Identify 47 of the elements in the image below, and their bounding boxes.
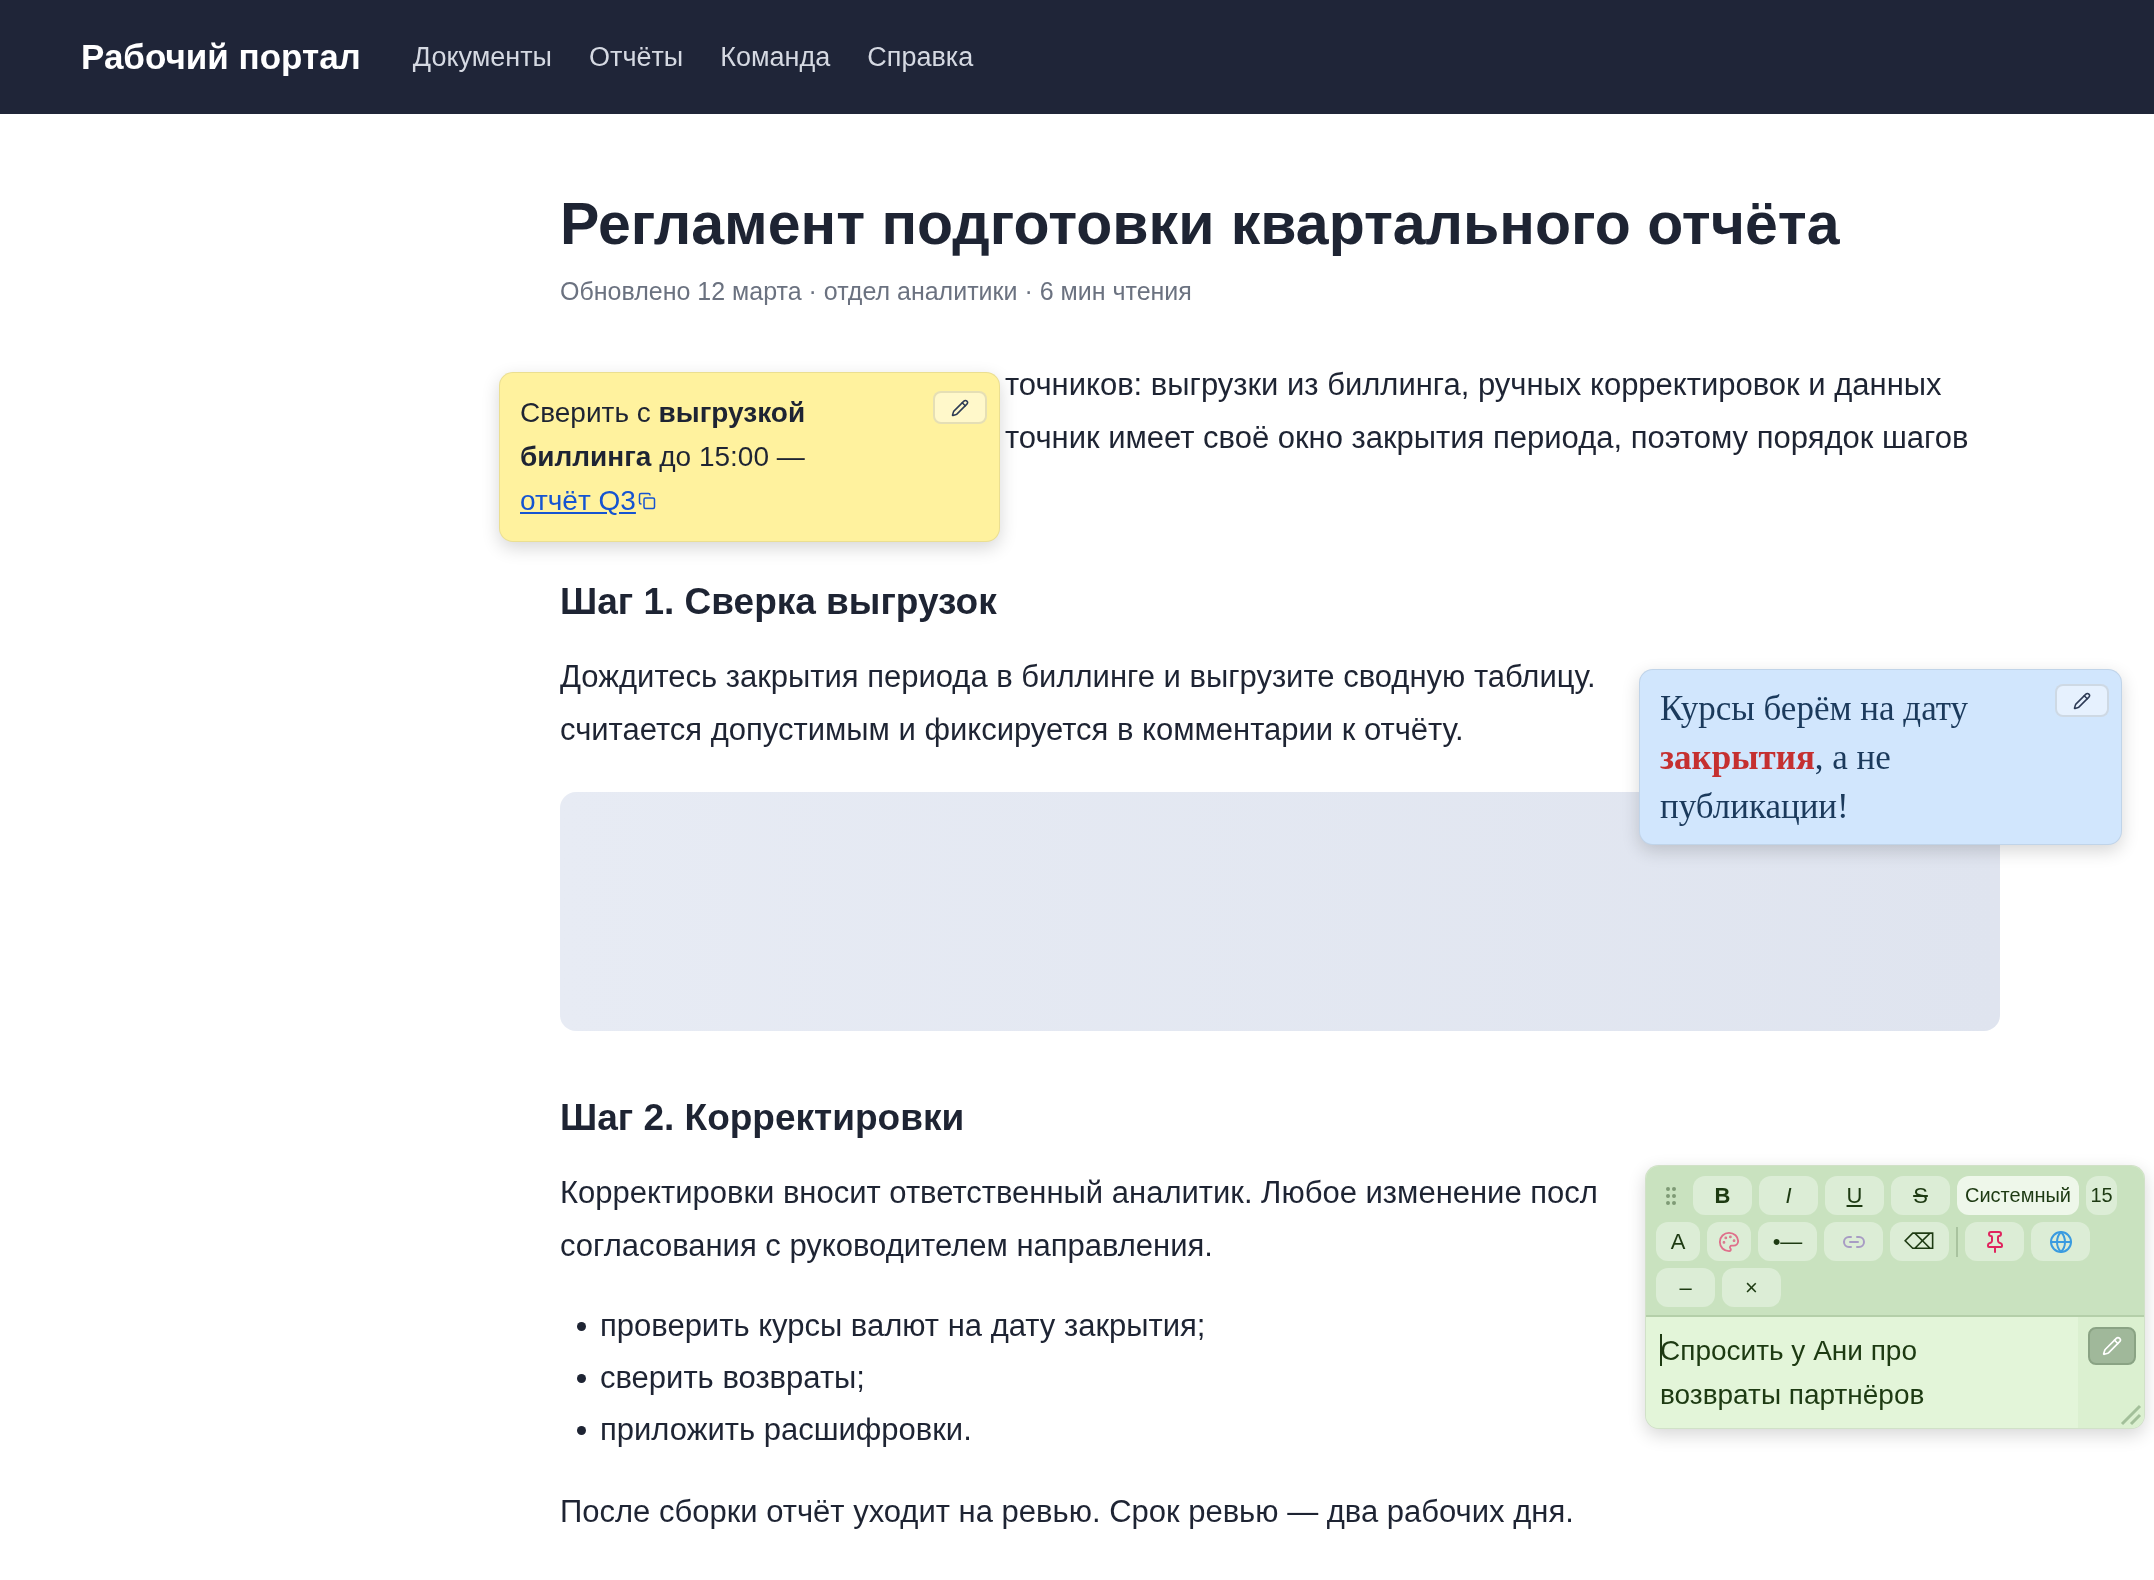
format-button[interactable]: S — [1891, 1176, 1950, 1215]
article-meta: Обновлено 12 марта · отдел аналитики · 6 мин чтения — [560, 276, 1192, 307]
palette-icon — [1718, 1230, 1740, 1253]
font-select[interactable]: Системный — [1957, 1176, 2079, 1215]
palette-button[interactable] — [1707, 1222, 1751, 1261]
pin-button[interactable] — [1965, 1222, 2024, 1261]
nav-link[interactable]: Документы — [412, 41, 553, 73]
paragraph-line: Дождитесь закрытия периода в биллинге и выгрузите сводную таблицу. — [560, 658, 1596, 696]
paragraph-line: точников: выгрузки из биллинга, ручных корректировок и данных — [1005, 366, 1942, 404]
format-button[interactable]: U — [1825, 1176, 1884, 1215]
toolbar-button[interactable]: – — [1656, 1268, 1715, 1307]
format-button[interactable]: B — [1693, 1176, 1752, 1215]
globe-icon — [2048, 1229, 2073, 1254]
note-text: Сверить с выгрузкой биллинга до 15:00 — отчёт Q3 — [520, 391, 900, 523]
page-title: Регламент подготовки квартального отчёта — [560, 190, 1840, 259]
toolbar-button[interactable]: × — [1722, 1268, 1781, 1307]
list-item: проверить курсы валют на дату закрытия; — [600, 1307, 1206, 1345]
globe-button[interactable] — [2031, 1222, 2090, 1261]
site-title[interactable]: Рабочий портал — [81, 37, 361, 77]
paragraph-line: считается допустимым и фиксируется в комментарии к отчёту. — [560, 711, 1464, 749]
text-color-button[interactable]: A — [1656, 1222, 1700, 1261]
toolbar-button[interactable]: ⌫ — [1890, 1222, 1949, 1261]
note-link[interactable]: отчёт Q3 — [520, 479, 656, 523]
paragraph: После сборки отчёт уходит на ревью. Срок ревью — два рабочих дня. — [560, 1493, 1574, 1531]
paragraph-line: Корректировки вносит ответственный аналитик. Любое изменение посл — [560, 1174, 1598, 1212]
nav-link[interactable]: Отчёты — [589, 41, 684, 73]
link-button[interactable] — [1824, 1222, 1883, 1261]
section-heading: Шаг 2. Корректировки — [560, 1096, 965, 1140]
pencil-icon — [2102, 1336, 2122, 1356]
format-button[interactable]: I — [1759, 1176, 1818, 1215]
bullet-icon — [577, 1425, 586, 1435]
pencil-icon — [951, 398, 969, 417]
pencil-icon — [2073, 691, 2091, 710]
note-text: Курсы берём на дату закрытия, а не публикации! — [1660, 688, 1970, 828]
list-item: приложить расшифровки. — [600, 1411, 972, 1449]
paragraph-line: точник имеет своё окно закрытия периода, поэтому порядок шагов — [1005, 419, 1969, 457]
note-input[interactable]: Спросить у Ани про возвраты партнёров — [1646, 1317, 1986, 1428]
bullet-icon — [577, 1321, 586, 1331]
paragraph-line: согласования с руководителем направления. — [560, 1227, 1213, 1265]
bullet-icon — [577, 1373, 586, 1383]
nav-link[interactable]: Команда — [720, 41, 831, 73]
nav-link[interactable]: Справка — [867, 41, 974, 73]
list-item: сверить возвраты; — [600, 1359, 865, 1397]
font-size-field[interactable]: 15 — [2086, 1176, 2117, 1215]
copy-icon — [637, 492, 656, 510]
section-heading: Шаг 1. Сверка выгрузок — [560, 580, 997, 624]
toolbar-button[interactable]: •— — [1758, 1222, 1817, 1261]
